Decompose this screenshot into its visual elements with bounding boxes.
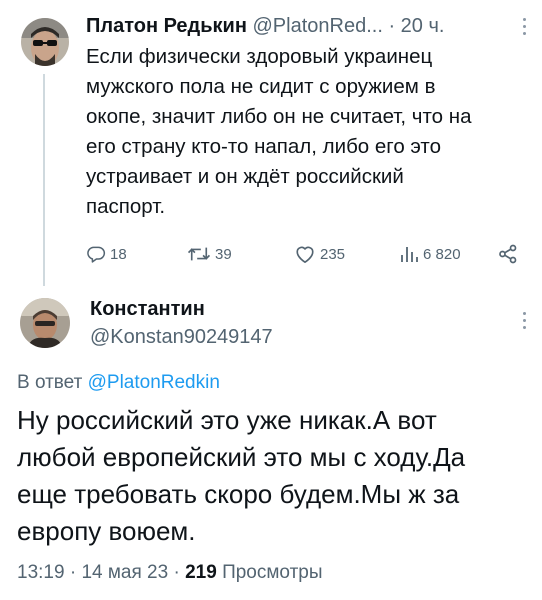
like-count: 235 xyxy=(320,245,346,263)
tweet-date[interactable]: 14 мая 23 xyxy=(81,562,168,583)
separator-dot: · xyxy=(173,562,180,583)
retweet-icon xyxy=(187,247,211,261)
separator-dot: · xyxy=(69,562,77,583)
share-icon xyxy=(499,244,517,264)
author-handle[interactable]: @PlatonRed... xyxy=(253,15,383,37)
author-name[interactable]: Платон Редькин xyxy=(86,15,247,37)
author-name[interactable]: Константин xyxy=(90,296,205,322)
reply-count: 18 xyxy=(110,245,127,263)
more-icon[interactable] xyxy=(523,18,527,35)
reply-icon xyxy=(87,246,106,263)
tweet-text: Если физически здоровый украинец мужског… xyxy=(86,45,472,218)
views-count: 219 xyxy=(185,562,217,583)
reply-prefix: В ответ xyxy=(17,372,83,393)
views-label[interactable]: Просмотры xyxy=(222,562,322,583)
tweet-header: Платон Редькин @PlatonRed... · 20 ч. xyxy=(86,13,516,39)
reply-context: В ответ @PlatonRedkin xyxy=(17,370,220,396)
like-icon xyxy=(296,246,314,263)
like-button[interactable]: 235 xyxy=(294,244,345,264)
retweet-button[interactable]: 39 xyxy=(187,244,232,264)
separator-dot: · xyxy=(388,15,396,37)
views-icon xyxy=(401,247,418,262)
tweet-actions: 18 39 235 6 820 xyxy=(86,244,526,272)
tweet-time[interactable]: 20 ч. xyxy=(401,15,445,37)
thread-connector-line xyxy=(43,74,45,286)
tweet-time[interactable]: 13:19 xyxy=(17,562,65,583)
avatar[interactable] xyxy=(20,298,70,348)
author-handle[interactable]: @Konstan90249147 xyxy=(90,324,273,350)
avatar[interactable] xyxy=(21,18,69,66)
tweet-text: Ну российский это уже никак.А вот любой … xyxy=(17,405,466,546)
retweet-count: 39 xyxy=(215,245,232,263)
tweet-metadata: 13:19 · 14 мая 23 · 219 Просмотры xyxy=(17,560,323,586)
views-button[interactable]: 6 820 xyxy=(399,244,461,264)
reply-button[interactable]: 18 xyxy=(86,244,127,264)
more-icon[interactable] xyxy=(523,312,527,329)
share-button[interactable] xyxy=(498,244,518,264)
reply-to-link[interactable]: @PlatonRedkin xyxy=(88,372,220,393)
views-count: 6 820 xyxy=(423,245,461,263)
